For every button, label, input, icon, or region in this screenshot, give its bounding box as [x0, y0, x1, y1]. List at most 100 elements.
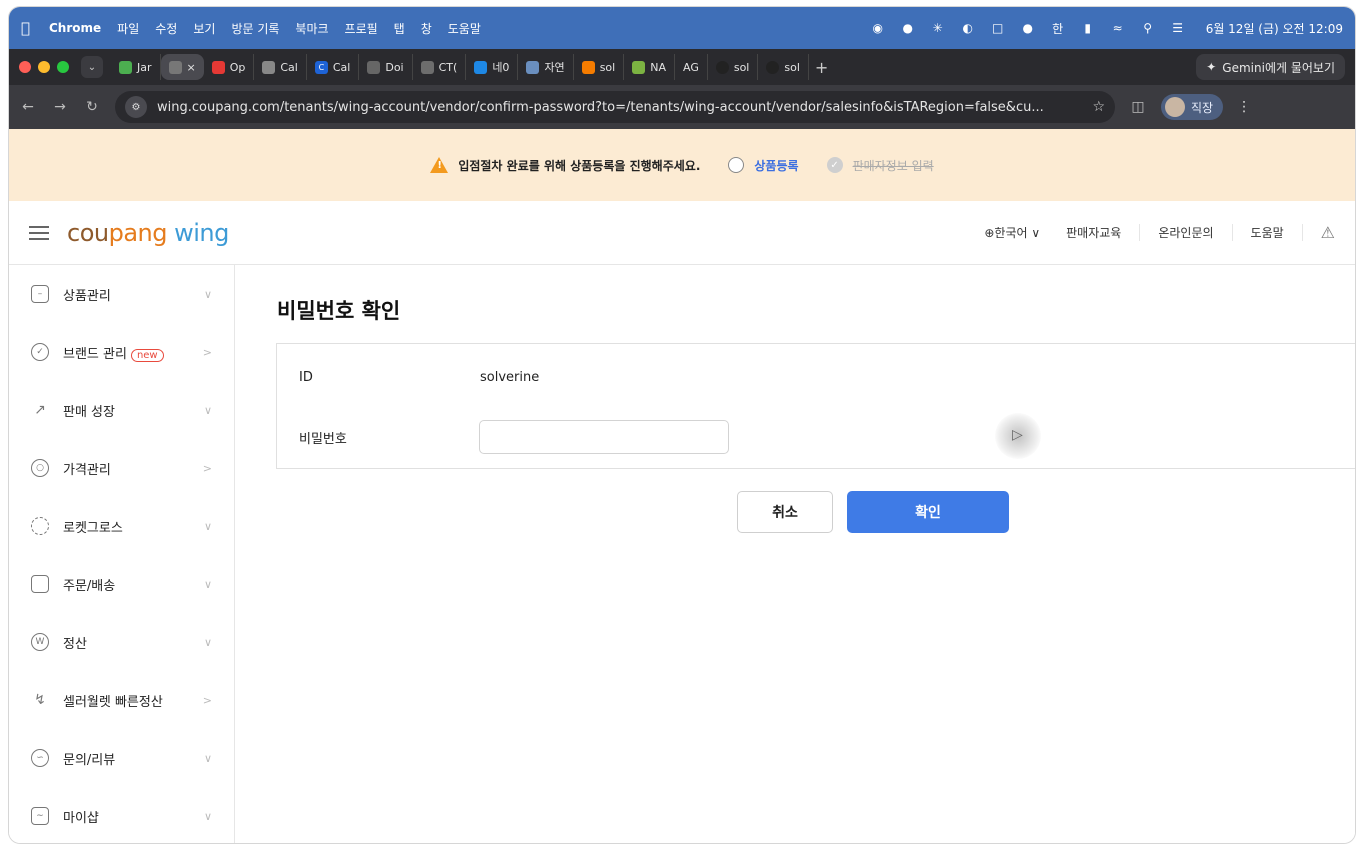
profile-label: 직장 — [1191, 100, 1214, 115]
tab-na[interactable]: NA — [624, 54, 675, 80]
tab-favicon-icon — [119, 60, 132, 74]
minimize-window-button[interactable] — [38, 61, 50, 73]
menu-view[interactable]: 보기 — [193, 20, 215, 37]
sidebar-item-settlement[interactable]: W 정산 ∨ — [9, 613, 234, 671]
url-input[interactable]: ⚙ wing.coupang.com/tenants/wing-account/… — [115, 91, 1115, 123]
cursor-arrow-icon: ▷ — [1012, 427, 1023, 443]
sidebar-item-label: 판매 성장 — [63, 404, 115, 420]
truck-icon — [31, 575, 49, 593]
asterisk-icon[interactable]: ✳ — [930, 20, 946, 36]
record-icon[interactable]: ● — [1020, 20, 1036, 36]
apple-icon[interactable]:  — [21, 19, 49, 37]
bell-icon[interactable]: ⚠ — [1303, 223, 1335, 242]
tab-sol-1[interactable]: sol — [574, 54, 625, 80]
tab-doi[interactable]: Doi — [359, 54, 413, 80]
chevron-down-icon: ∨ — [203, 519, 212, 533]
gemini-button[interactable]: ✦ Gemini에게 물어보기 — [1196, 54, 1345, 80]
tab-label: Op — [229, 60, 246, 74]
cancel-button[interactable]: 취소 — [737, 491, 833, 533]
confirm-button[interactable]: 확인 — [847, 491, 1009, 533]
reload-icon[interactable]: ↻ — [83, 99, 101, 115]
new-badge: new — [130, 348, 164, 362]
step-product-radio-icon[interactable] — [728, 157, 745, 173]
new-tab-plus-icon[interactable]: + — [815, 58, 828, 77]
nav-help[interactable]: 도움말 — [1233, 224, 1303, 241]
chrome-status-icon[interactable]: ◉ — [870, 20, 886, 36]
tab-ag[interactable]: AG — [675, 54, 708, 80]
sidebar-item-my-shop[interactable]: ∼ 마이샵 ∨ — [9, 787, 234, 843]
tab-sol-github-2[interactable]: sol — [758, 54, 809, 80]
logo-part: cou — [67, 218, 109, 247]
sidebar-item-inquiry-review[interactable]: ∽ 문의/리뷰 ∨ — [9, 729, 234, 787]
forward-arrow-icon[interactable]: → — [51, 99, 69, 115]
tab-active[interactable]: × — [160, 54, 204, 80]
step-seller-info-label: 판매자정보 입력 — [852, 158, 934, 173]
password-input[interactable] — [479, 420, 729, 454]
sidebar-item-rocket-growth[interactable]: 로켓그로스 ∨ — [9, 497, 234, 555]
nav-online-inquiry[interactable]: 온라인문의 — [1140, 224, 1233, 241]
control-center-icon[interactable]: ☰ — [1170, 20, 1186, 36]
profile-button[interactable]: 직장 — [1161, 94, 1224, 120]
chevron-down-icon: ∨ — [203, 635, 212, 649]
site-info-icon[interactable]: ⚙ — [125, 96, 147, 118]
tab-jar[interactable]: Jar — [111, 54, 161, 80]
more-vertical-icon[interactable]: ⋮ — [1237, 99, 1251, 115]
menu-file[interactable]: 파일 — [117, 20, 139, 37]
rocket-icon — [31, 517, 49, 535]
wifi-icon[interactable]: ≈ — [1110, 20, 1126, 36]
step-product-registration-link[interactable]: 상품등록 — [754, 157, 798, 174]
sidebar-item-product-management[interactable]: – 상품관리 ∨ — [9, 265, 234, 323]
sidebar-item-label: 주문/배송 — [63, 578, 116, 594]
close-window-button[interactable] — [19, 61, 31, 73]
hamburger-menu-icon[interactable] — [29, 225, 49, 240]
app-status-icon[interactable]: ● — [900, 20, 916, 36]
extensions-puzzle-icon[interactable]: ◫ — [1129, 99, 1147, 115]
tab-favicon-icon — [262, 60, 276, 74]
medal-icon: ○ — [31, 459, 49, 477]
tab-favicon-icon — [581, 60, 595, 74]
coupang-wing-logo[interactable]: coupang wing — [67, 219, 229, 247]
contrast-icon[interactable]: ◐ — [960, 20, 976, 36]
tab-cal-2[interactable]: C Cal — [307, 54, 360, 80]
battery-icon[interactable]: ▮ — [1080, 20, 1096, 36]
back-arrow-icon[interactable]: ← — [19, 99, 37, 115]
menu-help[interactable]: 도움말 — [448, 20, 481, 37]
tab-sol-github-1[interactable]: sol — [708, 54, 759, 80]
tab-nature[interactable]: 자연 — [518, 54, 574, 80]
tab-op[interactable]: Op — [204, 54, 255, 80]
gemini-label: Gemini에게 물어보기 — [1222, 60, 1335, 75]
password-confirm-form: ID solverine 비밀번호 — [276, 343, 1355, 469]
sidebar-item-seller-wallet[interactable]: ↯ 셀러월렛 빠른정산 > — [9, 671, 234, 729]
tab-close-icon[interactable]: × — [187, 61, 196, 74]
sidebar-item-sales-growth[interactable]: ↗ 판매 성장 ∨ — [9, 381, 234, 439]
menu-window[interactable]: 창 — [421, 20, 432, 37]
nav-seller-education[interactable]: 판매자교육 — [1048, 224, 1141, 241]
gemini-sparkle-icon: ✦ — [1206, 60, 1217, 74]
menubar-clock[interactable]: 6월 12일 (금) 오전 12:09 — [1206, 20, 1343, 37]
tab-label: NA — [650, 60, 666, 74]
zoom-window-button[interactable] — [57, 61, 69, 73]
bookmark-star-icon[interactable]: ☆ — [1092, 99, 1105, 115]
clipboard-icon[interactable]: □ — [990, 20, 1006, 36]
tab-ct[interactable]: CT( — [413, 54, 467, 80]
menubar-status-area: ◉ ● ✳ ◐ □ ● 한 ▮ ≈ ⚲ ☰ 6월 12일 (금) 오전 12:0… — [870, 20, 1343, 37]
tab-naver[interactable]: 네0 — [466, 54, 519, 80]
language-selector[interactable]: ⊕한국어 ∨ — [966, 224, 1048, 241]
menu-app-chrome[interactable]: Chrome — [49, 21, 101, 35]
sidebar-item-label: 마이샵 — [63, 810, 99, 826]
menu-history[interactable]: 방문 기록 — [231, 20, 279, 37]
sidebar-item-price-management[interactable]: ○ 가격관리 > — [9, 439, 234, 497]
sidebar-item-order-shipping[interactable]: 주문/배송 ∨ — [9, 555, 234, 613]
menu-profiles[interactable]: 프로필 — [345, 20, 378, 37]
tab-search-chevron-icon[interactable]: ⌄ — [81, 56, 103, 78]
menu-tab[interactable]: 탭 — [394, 20, 405, 37]
search-icon[interactable]: ⚲ — [1140, 20, 1156, 36]
tab-favicon-icon: C — [314, 60, 328, 74]
sidebar-item-brand-management[interactable]: ✓ 브랜드 관리 new > — [9, 323, 234, 381]
menu-bookmarks[interactable]: 북마크 — [295, 20, 328, 37]
menu-edit[interactable]: 수정 — [155, 20, 177, 37]
main-content: 비밀번호 확인 ID solverine 비밀번호 ▷ 취소 확인 — [235, 265, 1355, 843]
tab-label: 네0 — [492, 61, 510, 74]
ime-indicator[interactable]: 한 — [1050, 20, 1066, 36]
tab-cal-1[interactable]: Cal — [254, 54, 307, 80]
